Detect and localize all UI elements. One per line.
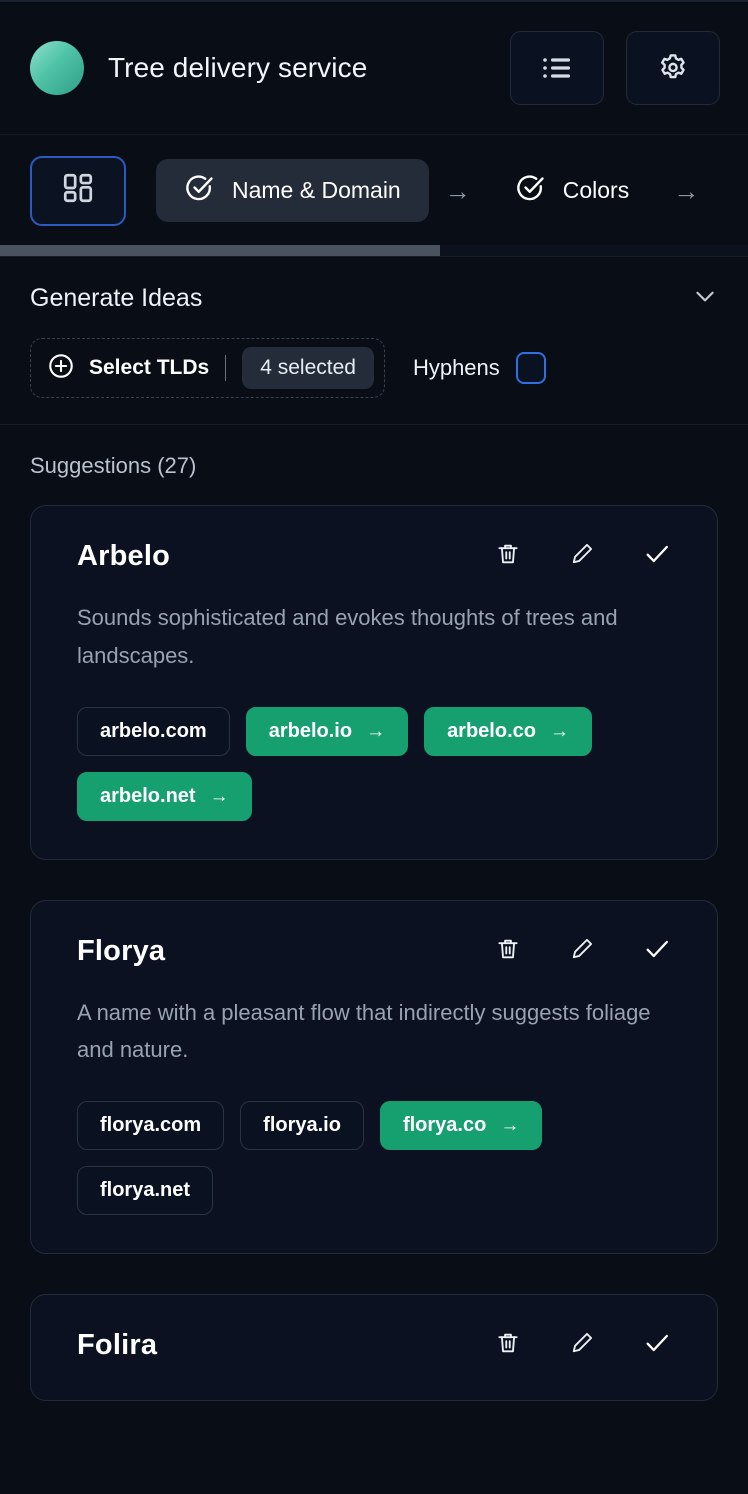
domain-chip-label: florya.net [100,1179,191,1202]
dashboard-grid-button[interactable] [30,155,126,226]
generate-ideas-panel: Generate Ideas Select TLDs 4 selected Hy… [0,257,748,425]
suggestion-card-header: Florya [77,935,671,968]
plus-circle-icon [47,352,75,385]
suggestion-description: A name with a pleasant flow that indirec… [77,999,651,1063]
check-icon[interactable] [643,1329,671,1362]
generate-ideas-header[interactable]: Generate Ideas [30,283,718,314]
tld-selected-count-badge[interactable]: 4 selected [242,347,374,389]
hyphens-toggle-group[interactable]: Hyphens [413,352,546,384]
domain-chip[interactable]: florya.net [77,1166,214,1216]
step-list[interactable]: Name & Domain → Colors → [0,135,748,246]
domain-chip[interactable]: florya.io [240,1101,364,1151]
domain-chip-label: florya.io [263,1114,341,1137]
tab-label: Name & Domain [232,177,401,203]
domain-chip-label: florya.co [402,1114,487,1137]
trash-icon[interactable] [495,1329,521,1362]
arrow-right-icon: → [549,720,569,742]
suggestion-card-actions [495,540,671,573]
domain-chip[interactable]: arbelo.net → [77,771,252,821]
horizontal-scrollbar[interactable] [0,245,748,256]
domain-chip-list: arbelo.com arbelo.io → arbelo.co → arbel… [77,706,671,821]
suggestion-name: Folira [77,1329,158,1362]
suggestion-card-header: Arbelo [77,540,671,573]
tab-label: Colors [562,177,630,203]
select-tlds-label: Select TLDs [89,356,210,379]
pencil-icon[interactable] [569,540,595,573]
trash-icon[interactable] [495,540,521,573]
settings-button[interactable] [626,31,720,105]
suggestion-card[interactable]: Folira [30,1294,718,1402]
suggestion-description: Sounds sophisticated and evokes thoughts… [77,605,618,668]
horizontal-scrollbar-thumb[interactable] [0,245,440,256]
step-navigation-bar: Name & Domain → Colors → [0,135,748,257]
brand-logo-avatar [30,41,84,95]
divider [225,355,227,381]
generate-ideas-title: Generate Ideas [30,284,203,312]
domain-chip-label: arbelo.io [268,719,353,742]
domain-chip-label: florya.com [100,1114,202,1137]
select-tlds-control[interactable]: Select TLDs 4 selected [30,338,385,398]
grid-blocks-icon [61,171,95,210]
tab-colors[interactable]: Colors [487,159,657,222]
hyphens-label: Hyphens [412,355,500,380]
tab-name-and-domain[interactable]: Name & Domain [156,159,429,222]
list-icon [542,56,572,80]
suggestions-list: Arbelo Sounds sophisticated and evokes t… [0,489,748,1402]
page-title: Tree delivery service [108,52,368,83]
list-view-button[interactable] [510,31,604,105]
gear-icon [657,52,689,84]
suggestion-name: Arbelo [77,540,171,572]
domain-chip[interactable]: arbelo.co → [424,706,592,756]
domain-chip-list: florya.com florya.io florya.co → florya.… [77,1101,671,1216]
domain-chip-label: arbelo.com [100,719,207,742]
check-icon[interactable] [643,935,671,968]
suggestion-card[interactable]: Arbelo Sounds sophisticated and evokes t… [30,505,718,860]
check-icon[interactable] [643,540,671,573]
check-circle-icon [184,173,214,208]
trash-icon[interactable] [495,935,521,968]
hyphens-checkbox[interactable] [515,352,546,384]
app-root: Tree delivery service Name & Domain → Co… [0,0,748,1494]
suggestion-card-actions [495,935,671,968]
domain-chip-label: arbelo.net [100,784,196,807]
step-arrow-icon-1: → [444,175,471,206]
domain-chip-label: arbelo.co [447,719,536,742]
suggestion-card-actions [495,1329,671,1362]
domain-chip[interactable]: arbelo.com [77,706,230,756]
suggestion-card[interactable]: Florya A name with a pleasant flow that … [30,899,718,1255]
step-arrow-icon-2: → [673,175,700,206]
suggestion-card-header: Folira [77,1329,671,1362]
arrow-right-icon: → [500,1115,520,1137]
app-header: Tree delivery service [0,2,748,135]
suggestion-name: Florya [77,934,166,967]
arrow-right-icon: → [209,785,229,807]
domain-chip[interactable]: arbelo.io → [245,706,409,756]
domain-chip[interactable]: florya.com [77,1101,225,1151]
domain-chip[interactable]: florya.co → [379,1101,543,1151]
chevron-down-icon[interactable] [692,283,718,314]
pencil-icon[interactable] [569,1329,595,1362]
pencil-icon[interactable] [569,935,595,968]
suggestions-heading: Suggestions (27) [30,453,197,478]
arrow-right-icon: → [366,720,386,742]
generate-ideas-controls: Select TLDs 4 selected Hyphens [30,338,718,398]
check-circle-icon [515,173,545,208]
